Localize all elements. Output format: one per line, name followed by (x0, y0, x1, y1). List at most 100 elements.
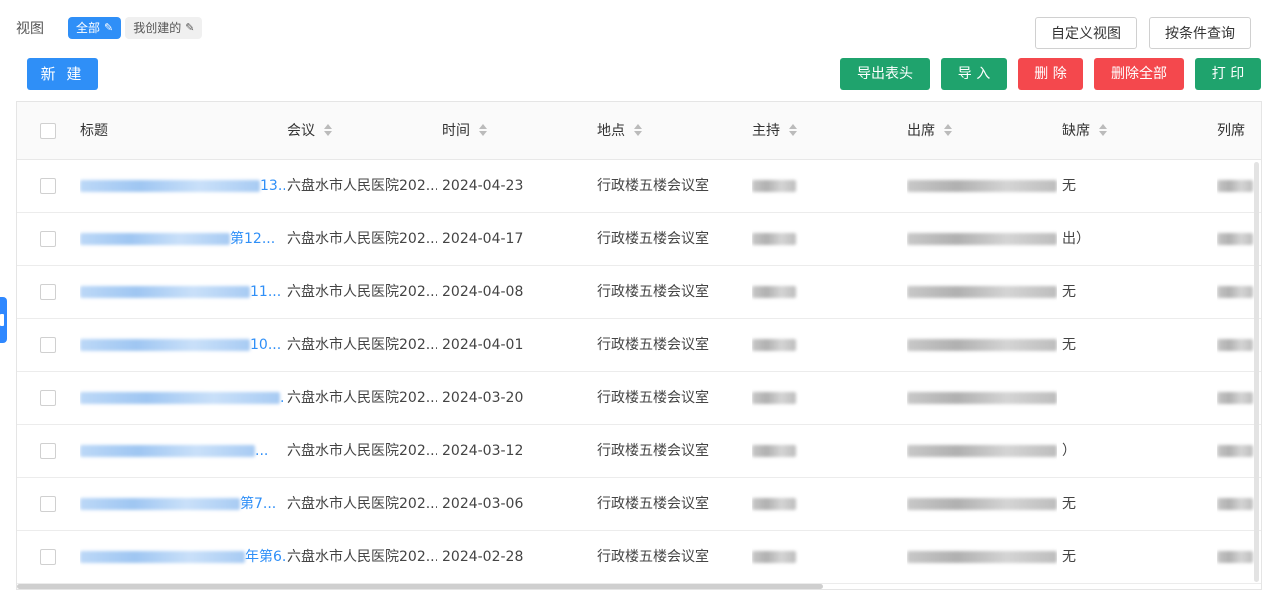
sort-icon[interactable] (324, 124, 332, 136)
row-title-link[interactable]: ... (80, 372, 285, 424)
row-meeting: 六盘水市人民医院202... (287, 231, 437, 247)
row-time: 2024-04-01 (442, 337, 524, 353)
column-header-place[interactable]: 地点 (597, 102, 642, 160)
redacted-text (752, 551, 796, 563)
delete-all-button[interactable]: 删除全部 (1094, 58, 1184, 90)
row-checkbox[interactable] (40, 443, 56, 459)
column-header-absent[interactable]: 缺席 (1062, 102, 1107, 160)
row-attend (907, 425, 1057, 477)
delete-button[interactable]: 删 除 (1018, 58, 1083, 90)
column-header-label: 缺席 (1062, 123, 1090, 139)
redacted-text (907, 233, 1057, 245)
column-header-host[interactable]: 主持 (752, 102, 797, 160)
redacted-text (907, 392, 1057, 404)
row-place: 行政楼五楼会议室 (597, 443, 709, 459)
redacted-text (907, 551, 1057, 563)
redacted-text (80, 498, 240, 510)
row-observer (1217, 478, 1257, 530)
row-meeting: 六盘水市人民医院202... (287, 337, 437, 353)
sort-icon[interactable] (634, 124, 642, 136)
new-button[interactable]: 新 建 (27, 58, 98, 90)
row-checkbox[interactable] (40, 390, 56, 406)
page: 视图 全部 ✎ 我创建的 ✎ 自定义视图 按条件查询 新 建 导出表头 导 入 … (0, 0, 1269, 590)
row-checkbox[interactable] (40, 231, 56, 247)
row-title-link[interactable]: 10... (80, 319, 285, 371)
row-absent: 无 (1062, 319, 1212, 371)
redacted-text (80, 551, 245, 563)
redacted-text (1217, 286, 1253, 298)
sort-icon[interactable] (944, 124, 952, 136)
row-absent: 出） (1062, 213, 1212, 265)
table-row[interactable]: 第12... 六盘水市人民医院202... 2024-04-17 行政楼五楼会议室 出） (17, 213, 1261, 266)
view-chip-mine[interactable]: 我创建的 ✎ (125, 17, 203, 39)
row-place: 行政楼五楼会议室 (597, 178, 709, 194)
redacted-text (907, 286, 1057, 298)
row-title-suffix: 10... (250, 337, 282, 353)
row-attend (907, 478, 1057, 530)
table-row[interactable]: 10... 六盘水市人民医院202... 2024-04-01 行政楼五楼会议室 无 (17, 319, 1261, 372)
row-place: 行政楼五楼会议室 (597, 549, 709, 565)
row-checkbox[interactable] (40, 178, 56, 194)
print-button[interactable]: 打 印 (1195, 58, 1261, 90)
row-title-link[interactable]: 第12... (80, 213, 285, 265)
edit-pencil-icon[interactable]: ✎ (104, 17, 113, 39)
column-header-attend[interactable]: 出席 (907, 102, 952, 160)
column-header-time[interactable]: 时间 (442, 102, 487, 160)
column-header-title[interactable]: 标题 (80, 102, 108, 160)
row-time: 2024-04-17 (442, 231, 524, 247)
condition-query-button[interactable]: 按条件查询 (1149, 17, 1251, 49)
row-place: 行政楼五楼会议室 (597, 390, 709, 406)
row-checkbox[interactable] (40, 284, 56, 300)
table-row[interactable]: ... 六盘水市人民医院202... 2024-03-12 行政楼五楼会议室 ） (17, 425, 1261, 478)
view-chip-all[interactable]: 全部 ✎ (68, 17, 122, 39)
row-observer (1217, 319, 1257, 371)
custom-view-button[interactable]: 自定义视图 (1035, 17, 1137, 49)
row-absent-text: 无 (1062, 549, 1076, 565)
row-place: 行政楼五楼会议室 (597, 231, 709, 247)
row-title-link[interactable]: 11... (80, 266, 285, 318)
table-row[interactable]: 11... 六盘水市人民医院202... 2024-04-08 行政楼五楼会议室 无 (17, 266, 1261, 319)
row-attend (907, 531, 1057, 583)
sort-icon[interactable] (789, 124, 797, 136)
edit-pencil-icon[interactable]: ✎ (185, 17, 194, 39)
sort-icon[interactable] (479, 124, 487, 136)
row-title-suffix: 第7... (240, 496, 277, 512)
column-header-label: 时间 (442, 123, 470, 139)
sort-icon[interactable] (1099, 124, 1107, 136)
vertical-scrollbar[interactable] (1254, 162, 1259, 582)
row-meeting: 六盘水市人民医院202... (287, 390, 437, 406)
column-header-label: 会议 (287, 123, 315, 139)
column-header-observer[interactable]: 列席 (1217, 102, 1245, 160)
table-row[interactable]: 13...六盘水市人民医院202... 2024-04-23 行政楼五楼会议室 无 (17, 160, 1261, 213)
row-time: 2024-03-20 (442, 390, 524, 406)
table-row[interactable]: 年第6...六盘水市人民医院202... 2024-02-28 行政楼五楼会议室 无 (17, 531, 1261, 584)
row-absent-text: 无 (1062, 337, 1076, 353)
side-drawer-tab[interactable] (0, 297, 7, 343)
redacted-text (1217, 392, 1253, 404)
row-title-link[interactable]: 年第6... (80, 531, 285, 583)
select-all-checkbox[interactable] (40, 123, 56, 139)
row-attend (907, 319, 1057, 371)
row-observer (1217, 213, 1257, 265)
column-header-meeting[interactable]: 会议 (287, 102, 332, 160)
row-title-link[interactable]: 13... (80, 160, 285, 212)
row-title-link[interactable]: ... (80, 425, 285, 477)
row-checkbox[interactable] (40, 549, 56, 565)
row-title-suffix: ... (280, 390, 285, 406)
row-time: 2024-04-23 (442, 178, 524, 194)
table-row[interactable]: 第7... 六盘水市人民医院202... 2024-03-06 行政楼五楼会议室 无 (17, 478, 1261, 531)
redacted-text (1217, 551, 1253, 563)
row-checkbox[interactable] (40, 337, 56, 353)
horizontal-scrollbar[interactable] (17, 584, 823, 589)
import-button[interactable]: 导 入 (941, 58, 1007, 90)
redacted-text (752, 392, 796, 404)
row-checkbox[interactable] (40, 496, 56, 512)
view-switcher: 视图 全部 ✎ 我创建的 ✎ (16, 17, 206, 39)
row-meeting: 六盘水市人民医院202... (287, 178, 437, 194)
export-header-button[interactable]: 导出表头 (840, 58, 930, 90)
row-title-link[interactable]: 第7... (80, 478, 285, 530)
table-row[interactable]: ...六盘水市人民医院202... 2024-03-20 行政楼五楼会议室 (17, 372, 1261, 425)
row-title-suffix: 第12... (230, 231, 276, 247)
row-meeting: 六盘水市人民医院202... (287, 284, 437, 300)
row-title-suffix: ... (255, 443, 269, 459)
